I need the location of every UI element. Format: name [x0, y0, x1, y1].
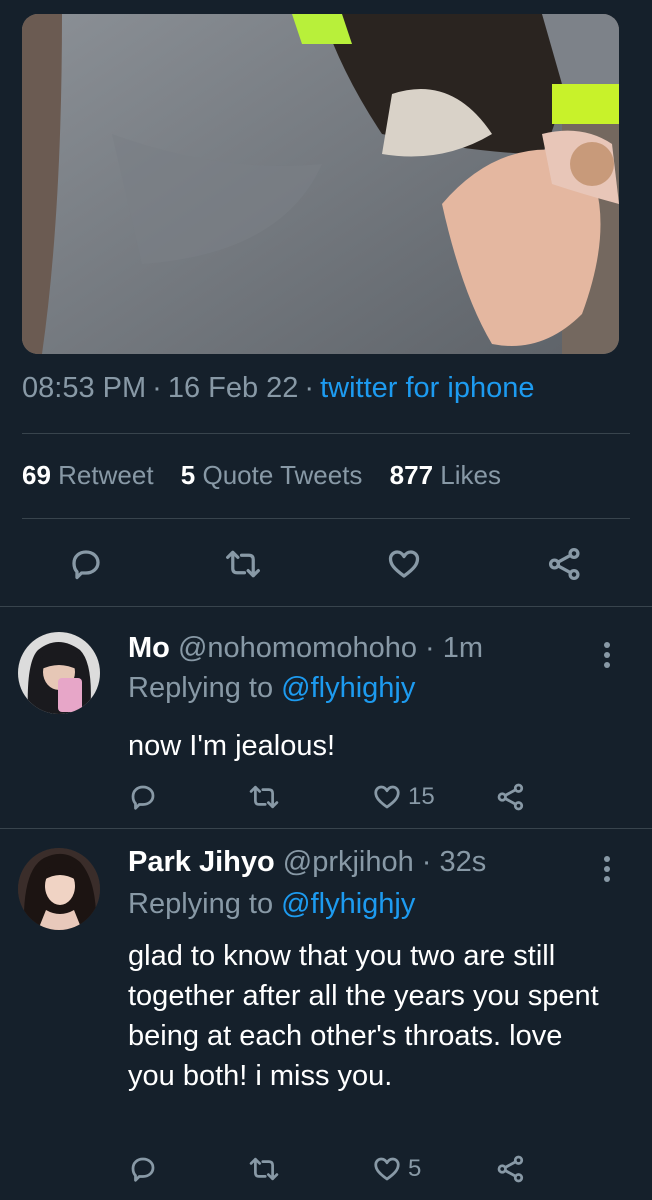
retweet-button[interactable]	[248, 1154, 280, 1184]
quote-tweets-stat[interactable]: 5 Quote Tweets	[181, 460, 363, 490]
like-button[interactable]: 5	[372, 1154, 421, 1184]
retweet-icon	[249, 785, 279, 809]
reply-time: 1m	[442, 632, 484, 664]
divider	[0, 606, 652, 607]
reply-time: 32s	[439, 846, 487, 878]
avatar[interactable]	[18, 632, 100, 714]
tweet-timestamp: 08:53 PM · 16 Feb 22 · twitter for iphone	[22, 372, 535, 404]
divider	[22, 433, 630, 434]
reply-author-handle[interactable]: @nohomomohoho	[178, 632, 417, 664]
reply-text: now I'm jealous!	[128, 730, 336, 762]
reply-author-name[interactable]: Mo	[128, 632, 170, 664]
share-button[interactable]	[547, 546, 583, 582]
reply-header: Park Jihyo @prkjihoh · 32s	[128, 846, 487, 878]
share-icon	[497, 1155, 524, 1183]
reply-icon	[72, 550, 100, 580]
more-vertical-icon[interactable]	[604, 856, 612, 882]
replying-to-line: Replying to @flyhighjy	[128, 888, 416, 920]
reply-button[interactable]	[128, 1154, 158, 1184]
share-icon	[497, 783, 524, 811]
tweet-actions	[0, 540, 652, 590]
reply-icon	[131, 785, 155, 810]
like-count: 15	[408, 783, 435, 810]
replying-to-mention[interactable]: @flyhighjy	[281, 888, 415, 920]
divider	[0, 828, 652, 829]
reply-author-name[interactable]: Park Jihyo	[128, 846, 275, 878]
heart-icon	[388, 550, 420, 578]
retweet-button[interactable]	[248, 782, 280, 812]
retweet-icon	[226, 550, 260, 578]
like-count: 5	[408, 1155, 422, 1182]
retweet-button[interactable]	[224, 546, 262, 582]
like-button[interactable]: 15	[372, 782, 435, 812]
reply-icon	[131, 1157, 155, 1182]
reply-text: glad to know that you two are still toge…	[128, 940, 599, 1092]
tweet-date: 16 Feb 22	[167, 372, 299, 404]
tweet-source-link[interactable]: twitter for iphone	[320, 372, 534, 404]
divider	[22, 518, 630, 519]
retweet-icon	[249, 1157, 279, 1181]
reply-button[interactable]	[128, 782, 158, 812]
replying-to-mention[interactable]: @flyhighjy	[281, 672, 415, 704]
share-icon	[548, 547, 580, 581]
tweet-time: 08:53 PM	[22, 372, 147, 404]
heart-icon	[374, 785, 400, 809]
tweet-stats: 69 Retweet 5 Quote Tweets 877 Likes	[22, 460, 521, 491]
reply-button[interactable]	[68, 546, 104, 582]
share-button[interactable]	[496, 1154, 526, 1184]
avatar[interactable]	[18, 848, 100, 930]
reply-tweet[interactable]: Park Jihyo @prkjihoh · 32s Replying to @…	[0, 846, 652, 1200]
reply-author-handle[interactable]: @prkjihoh	[283, 846, 414, 878]
tweet-photo[interactable]	[22, 14, 619, 354]
retweets-stat[interactable]: 69 Retweet	[22, 460, 154, 490]
share-button[interactable]	[496, 782, 526, 812]
more-vertical-icon[interactable]	[604, 642, 612, 668]
tweet-detail-screen: 08:53 PM · 16 Feb 22 · twitter for iphone 69…	[0, 0, 652, 1200]
likes-stat[interactable]: 877 Likes	[390, 460, 501, 490]
like-button[interactable]	[386, 546, 422, 582]
reply-tweet[interactable]: Mo @nohomomohoho · 1m Replying to @flyhi…	[0, 632, 652, 822]
heart-icon	[374, 1157, 400, 1181]
reply-header: Mo @nohomomohoho · 1m	[128, 632, 484, 664]
replying-to-line: Replying to @flyhighjy	[128, 672, 416, 704]
